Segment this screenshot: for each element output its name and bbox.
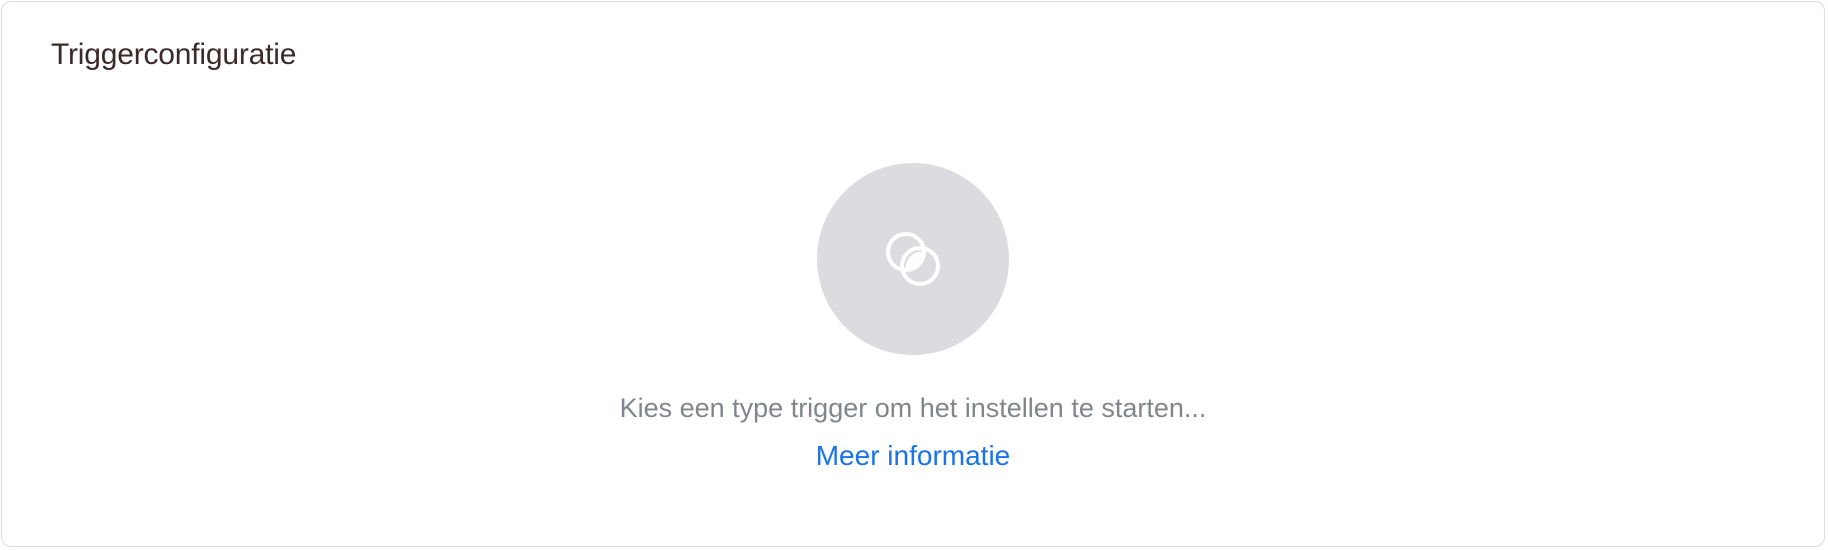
learn-more-link[interactable]: Meer informatie	[816, 439, 1011, 473]
trigger-type-selector[interactable]	[817, 163, 1009, 355]
card-title: Triggerconfiguratie	[51, 38, 297, 71]
empty-state-hint: Kies een type trigger om het instellen t…	[619, 393, 1207, 423]
empty-state: Kies een type trigger om het instellen t…	[2, 163, 1824, 473]
trigger-configuration-card[interactable]: Triggerconfiguratie Kies een type trigge…	[1, 1, 1825, 547]
trigger-circles-icon	[873, 219, 953, 299]
